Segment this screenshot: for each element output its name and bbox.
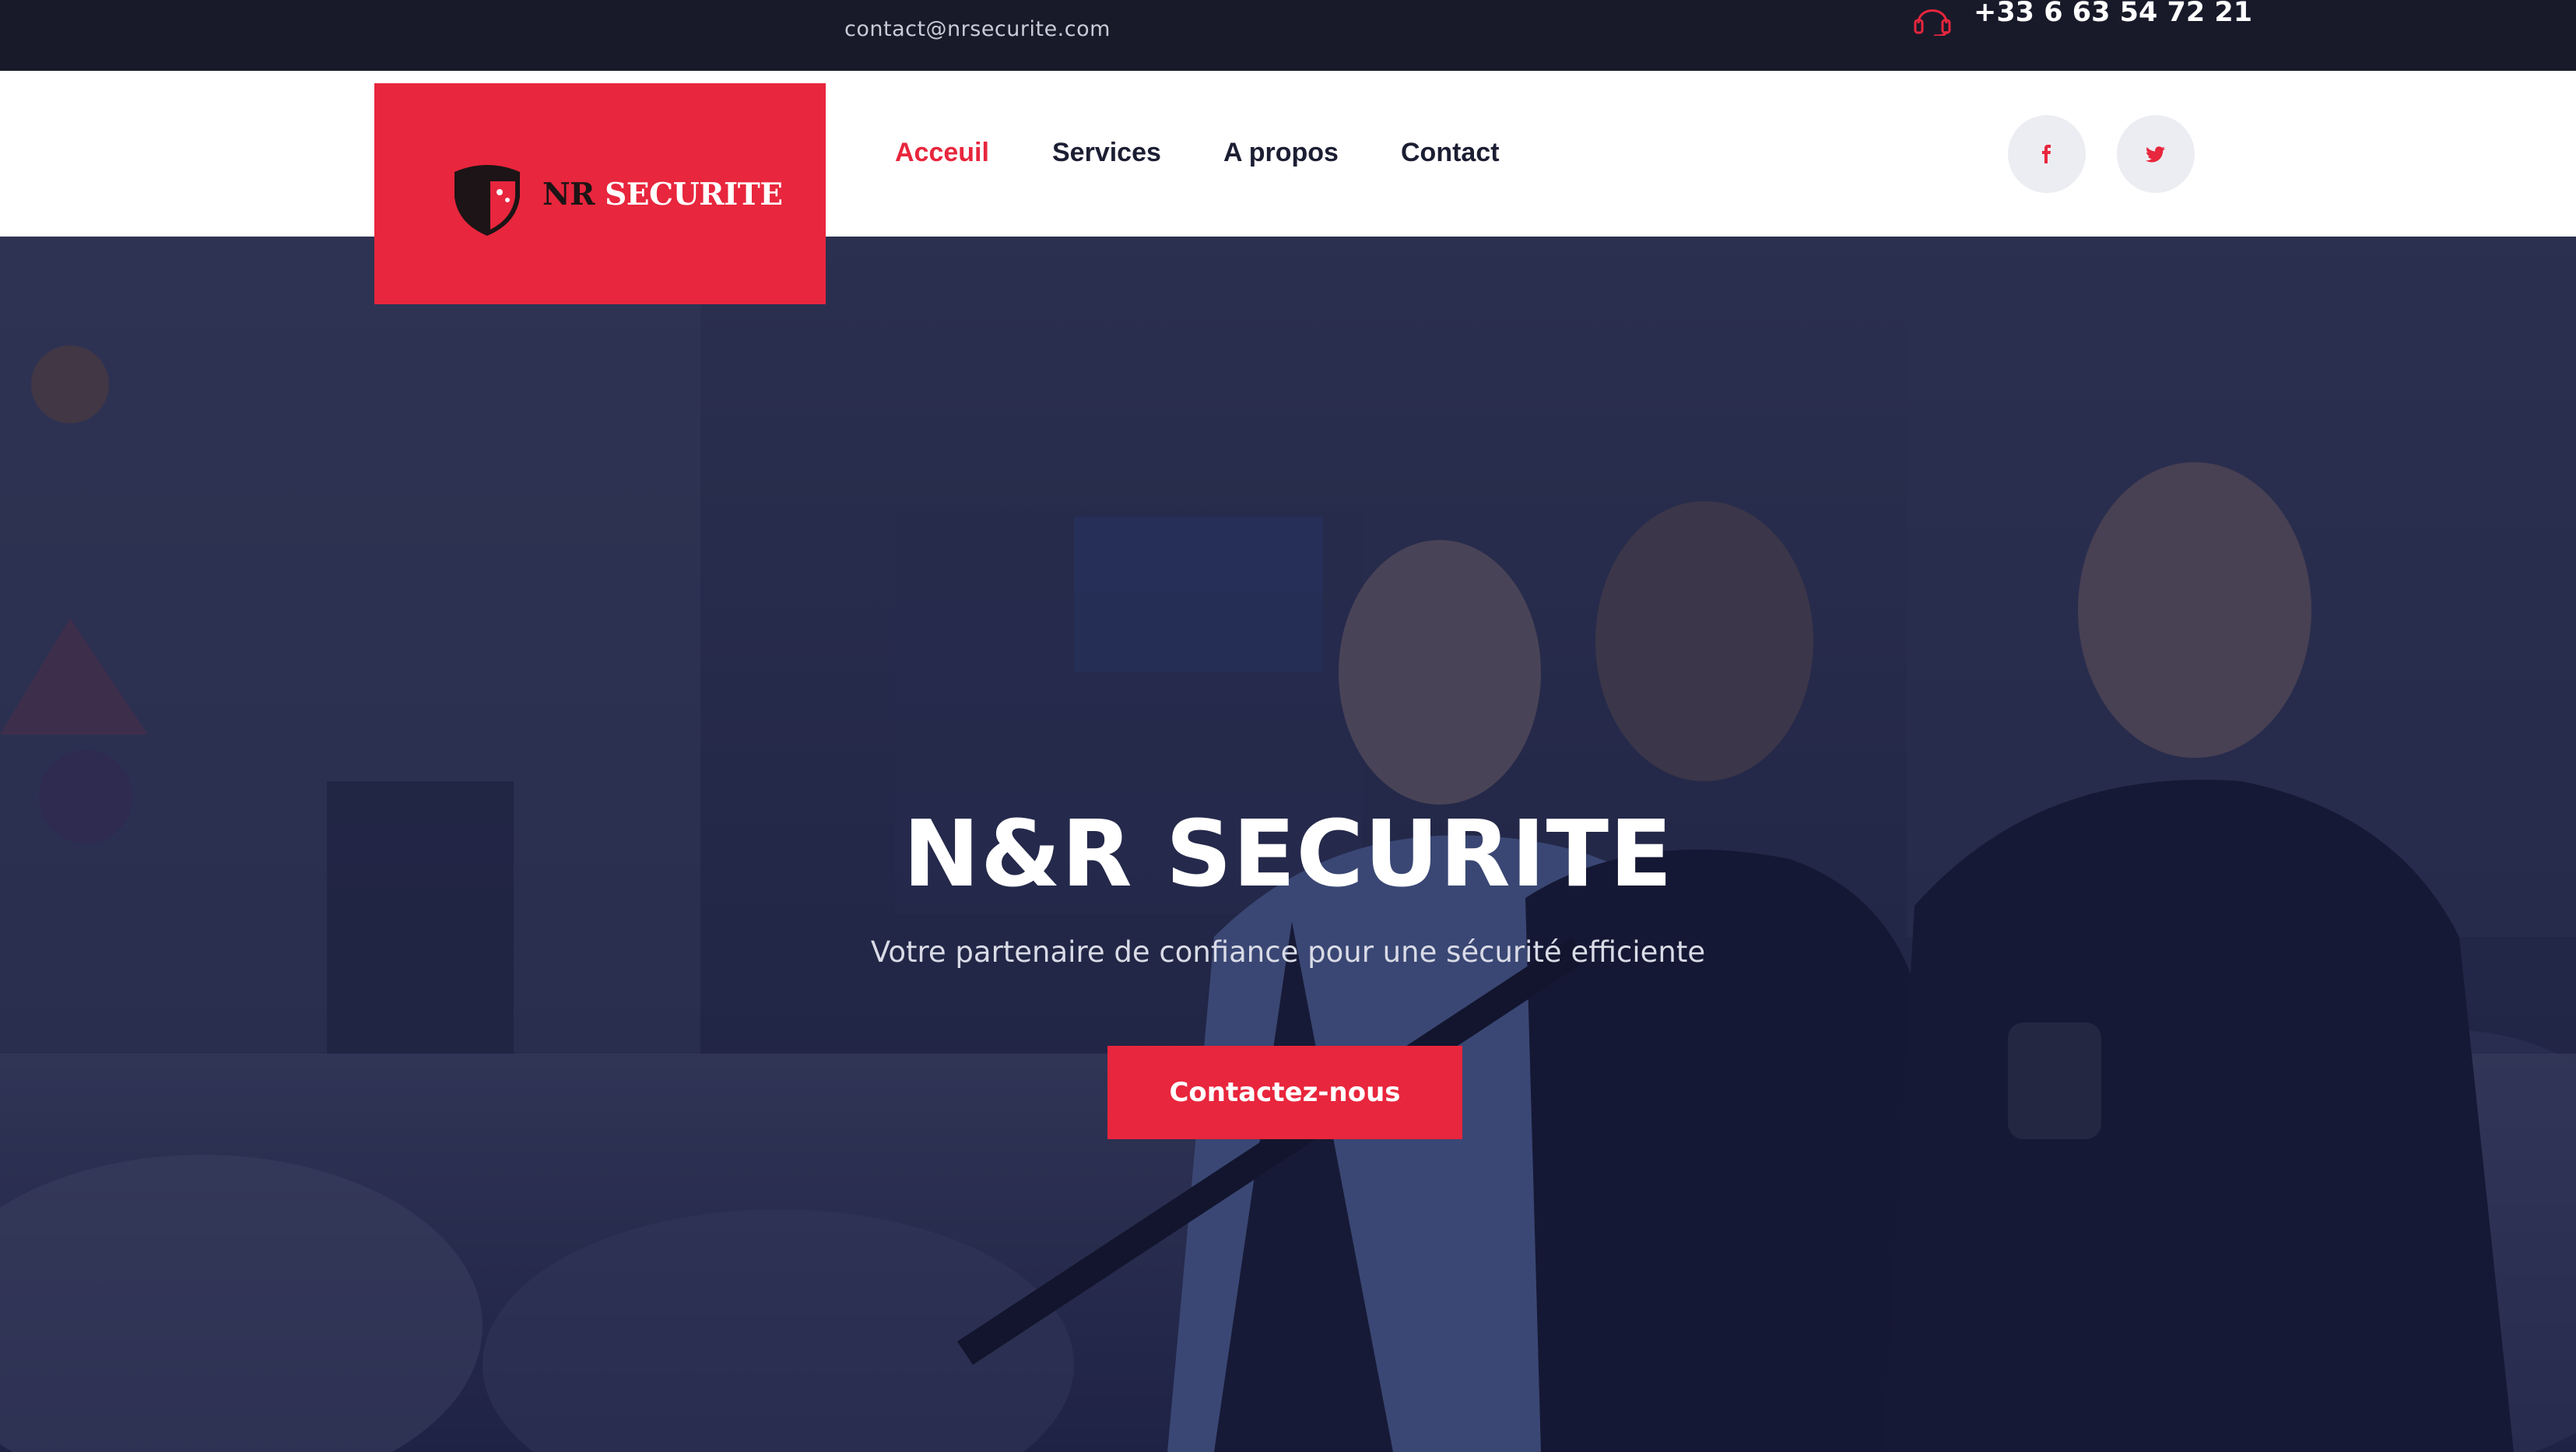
logo-wordmark: NR SECURITE bbox=[542, 177, 783, 212]
headset-icon bbox=[1914, 9, 1951, 36]
twitter-button[interactable] bbox=[2117, 115, 2195, 193]
hero-subtitle: Votre partenaire de confiance pour une s… bbox=[870, 935, 1706, 969]
contact-email-link[interactable]: contact@nrsecurite.com bbox=[844, 17, 1111, 41]
hero-section: N&R SECURITE Votre partenaire de confian… bbox=[0, 237, 2576, 1452]
main-navbar: NR SECURITE Acceuil Services A propos Co… bbox=[0, 71, 2576, 304]
nav-item-contact[interactable]: Contact bbox=[1401, 138, 1500, 168]
site-logo[interactable]: NR SECURITE bbox=[374, 83, 826, 304]
facebook-button[interactable] bbox=[2008, 115, 2086, 193]
facebook-icon bbox=[2042, 145, 2051, 163]
shield-icon bbox=[454, 165, 520, 236]
top-bar: contact@nrsecurite.com +33 6 63 54 72 21 bbox=[0, 0, 2576, 71]
nav-item-a-propos[interactable]: A propos bbox=[1223, 138, 1339, 168]
hero-title: N&R SECURITE bbox=[903, 800, 1673, 907]
contact-us-button[interactable]: Contactez-nous bbox=[1107, 1046, 1462, 1139]
twitter-icon bbox=[2146, 146, 2165, 163]
nav-item-acceuil[interactable]: Acceuil bbox=[895, 138, 989, 168]
logo-suffix: SECURITE bbox=[605, 177, 783, 212]
phone-number-link[interactable]: +33 6 63 54 72 21 bbox=[1974, 0, 2252, 28]
nav-item-services[interactable]: Services bbox=[1052, 138, 1161, 168]
logo-prefix: NR bbox=[542, 177, 595, 212]
